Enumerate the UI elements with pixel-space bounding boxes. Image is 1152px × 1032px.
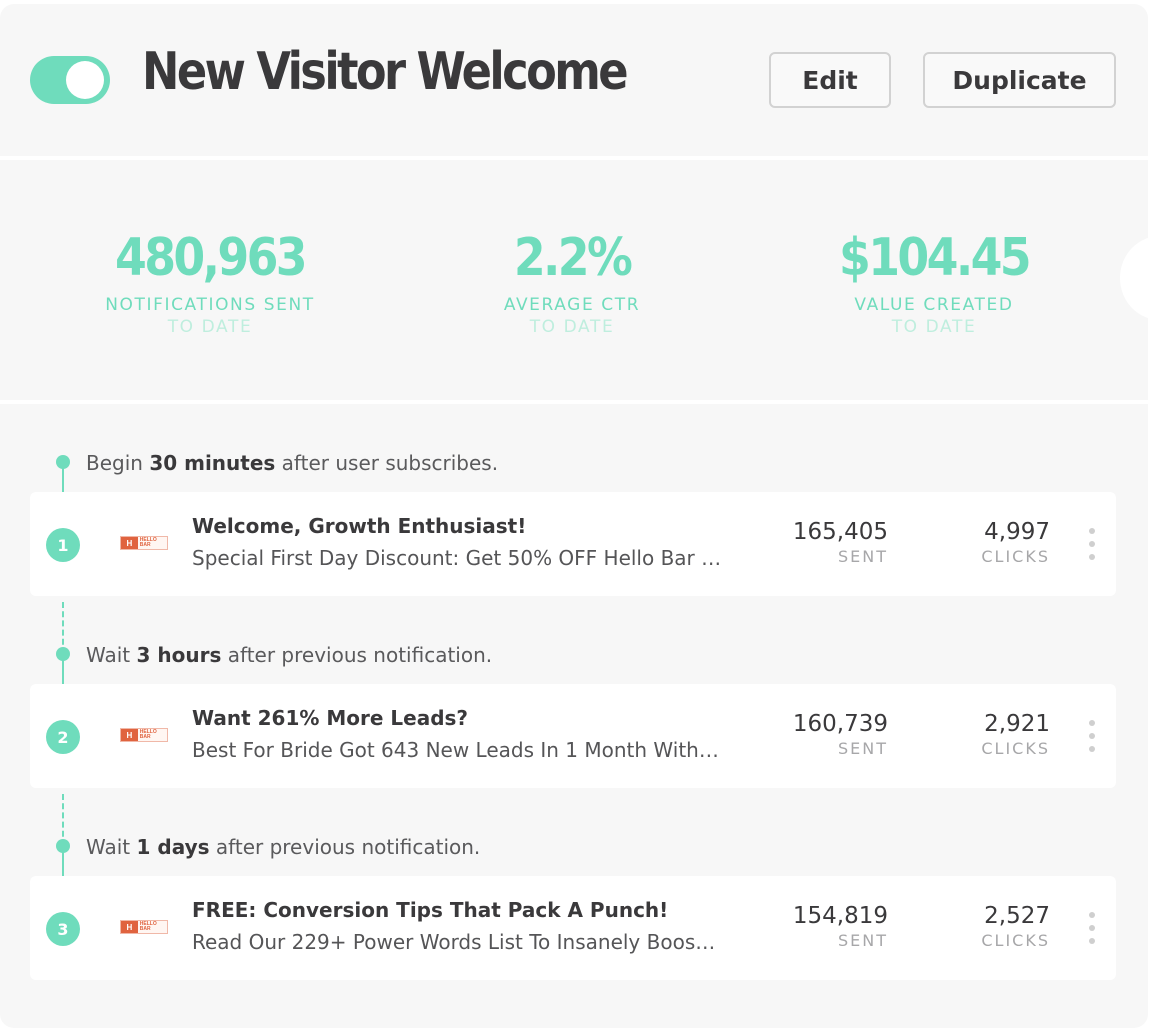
clicks-metric: 2,527 CLICKS	[900, 902, 1050, 952]
clicks-label: CLICKS	[981, 739, 1050, 758]
stat-label: AVERAGE CTR	[503, 295, 641, 315]
step-number-badge: 3	[46, 912, 80, 946]
step-delay: Wait 1 days after previous notification.	[86, 835, 480, 859]
notification-body: Read Our 229+ Power Words List To Insane…	[192, 930, 722, 954]
notification-row[interactable]: 3 H HELLO BAR FREE: Conversion Tips That …	[30, 876, 1116, 980]
stats-scroll-handle	[1120, 236, 1148, 320]
stat-average-ctr: 2.2% AVERAGE CTR TO DATE	[412, 226, 732, 338]
hello-bar-logo: H HELLO BAR	[120, 728, 168, 742]
campaign-card: New Visitor Welcome Edit Duplicate 480,9…	[0, 4, 1148, 1028]
sent-count: 165,405	[792, 519, 888, 545]
timeline-dot	[56, 647, 70, 661]
notification-body: Best For Bride Got 643 New Leads In 1 Mo…	[192, 738, 722, 762]
step-delay: Wait 3 hours after previous notification…	[86, 643, 492, 667]
delay-prefix: Begin	[86, 451, 150, 475]
clicks-label: CLICKS	[981, 931, 1050, 950]
more-options-icon[interactable]	[1086, 910, 1098, 946]
divider	[0, 156, 1148, 160]
timeline-dot	[56, 839, 70, 853]
clicks-metric: 2,921 CLICKS	[900, 710, 1050, 760]
logo-text: HELLO BAR	[139, 537, 157, 548]
edit-button[interactable]: Edit	[769, 52, 891, 108]
delay-prefix: Wait	[86, 643, 137, 667]
stat-value: 480,963	[115, 228, 308, 288]
notification-body: Special First Day Discount: Get 50% OFF …	[192, 546, 722, 570]
delay-amount: 1 days	[136, 835, 210, 859]
sent-label: SENT	[837, 739, 888, 758]
more-options-icon[interactable]	[1086, 718, 1098, 754]
campaign-active-toggle[interactable]	[30, 56, 110, 104]
step-delay: Begin 30 minutes after user subscribes.	[86, 451, 498, 475]
sent-metric: 154,819 SENT	[738, 902, 888, 952]
duplicate-button[interactable]: Duplicate	[923, 52, 1116, 108]
stat-sublabel: TO DATE	[167, 317, 253, 337]
delay-prefix: Wait	[86, 835, 137, 859]
notification-title: Welcome, Growth Enthusiast!	[192, 514, 527, 538]
clicks-metric: 4,997 CLICKS	[900, 518, 1050, 568]
stat-sublabel: TO DATE	[529, 317, 615, 337]
delay-amount: 3 hours	[136, 643, 222, 667]
step-number-badge: 1	[46, 528, 80, 562]
notification-title: Want 261% More Leads?	[192, 706, 469, 730]
stat-label: NOTIFICATIONS SENT	[105, 295, 315, 315]
stat-notifications-sent: 480,963 NOTIFICATIONS SENT TO DATE	[50, 226, 370, 338]
clicks-count: 2,921	[984, 711, 1050, 737]
notification-row[interactable]: 2 H HELLO BAR Want 261% More Leads? Best …	[30, 684, 1116, 788]
stat-sublabel: TO DATE	[891, 317, 977, 337]
clicks-count: 2,527	[984, 903, 1050, 929]
step-number-badge: 2	[46, 720, 80, 754]
stat-label: VALUE CREATED	[854, 295, 1014, 315]
clicks-count: 4,997	[984, 519, 1050, 545]
divider	[0, 400, 1148, 404]
delay-amount: 30 minutes	[149, 451, 276, 475]
sent-label: SENT	[837, 931, 888, 950]
toggle-knob	[66, 61, 104, 99]
logo-text: HELLO BAR	[139, 921, 157, 932]
sent-count: 154,819	[792, 903, 888, 929]
stat-value: 2.2%	[513, 228, 633, 288]
sent-metric: 165,405 SENT	[738, 518, 888, 568]
delay-suffix: after previous notification.	[209, 835, 481, 859]
campaign-header: New Visitor Welcome Edit Duplicate	[0, 4, 1148, 156]
logo-text: HELLO BAR	[139, 729, 157, 740]
sent-count: 160,739	[792, 711, 888, 737]
sent-label: SENT	[837, 547, 888, 566]
campaign-title: New Visitor Welcome	[142, 42, 629, 102]
delay-suffix: after user subscribes.	[275, 451, 499, 475]
clicks-label: CLICKS	[981, 547, 1050, 566]
hello-bar-logo: H HELLO BAR	[120, 536, 168, 550]
stat-value: $104.45	[839, 228, 1032, 288]
timeline-dot	[56, 455, 70, 469]
notification-title: FREE: Conversion Tips That Pack A Punch!	[192, 898, 669, 922]
more-options-icon[interactable]	[1086, 526, 1098, 562]
delay-suffix: after previous notification.	[221, 643, 493, 667]
hello-bar-logo: H HELLO BAR	[120, 920, 168, 934]
notification-row[interactable]: 1 H HELLO BAR Welcome, Growth Enthusiast!…	[30, 492, 1116, 596]
stat-value-created: $104.45 VALUE CREATED TO DATE	[774, 226, 1094, 338]
sent-metric: 160,739 SENT	[738, 710, 888, 760]
